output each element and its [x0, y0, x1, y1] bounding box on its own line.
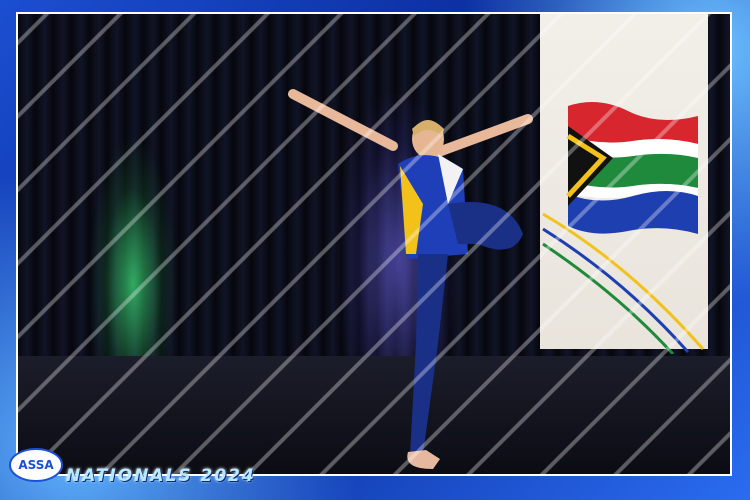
svg-text:ASSA: ASSA: [18, 458, 54, 472]
stage-photo: [16, 12, 732, 476]
dancer-figure: [288, 89, 533, 469]
green-stage-light: [88, 134, 178, 384]
photo-frame: ASSA NATIONALS 2024: [0, 0, 750, 500]
event-title: NATIONALS 2024: [66, 466, 256, 486]
banner-swoosh-lines: [542, 212, 705, 354]
assa-logo: ASSA: [9, 448, 63, 482]
